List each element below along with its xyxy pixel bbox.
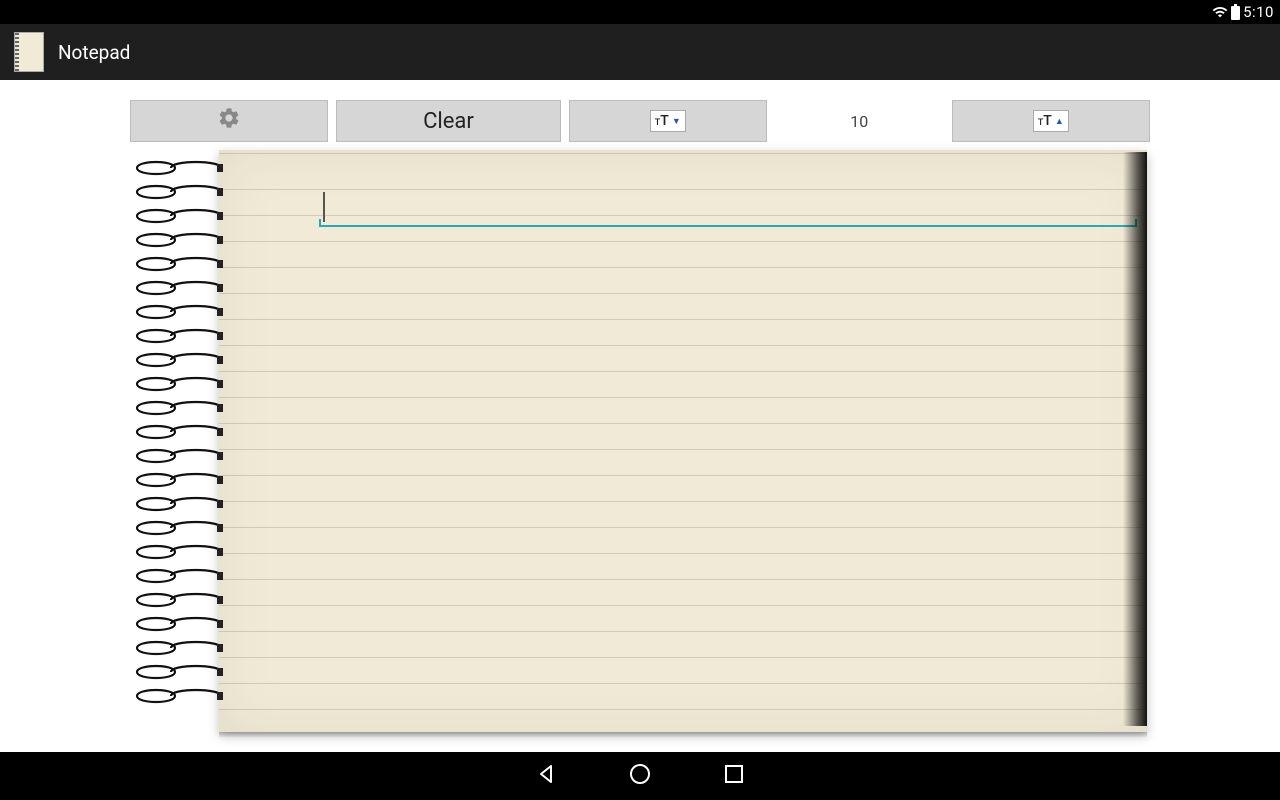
spiral-ring xyxy=(133,542,225,562)
spiral-ring xyxy=(133,470,225,490)
status-bar: 5:10 xyxy=(0,0,1280,24)
spiral-ring xyxy=(133,374,225,394)
gear-icon xyxy=(217,106,241,136)
toolbar: Clear TT ▼ 10 TT ▲ xyxy=(130,100,1150,142)
nav-back-button[interactable] xyxy=(534,762,558,790)
wifi-icon xyxy=(1212,4,1228,20)
spiral-ring xyxy=(133,398,225,418)
spiral-ring xyxy=(133,182,225,202)
clear-button[interactable]: Clear xyxy=(336,100,560,142)
spiral-ring xyxy=(133,350,225,370)
notepad[interactable] xyxy=(133,150,1147,732)
content-area: Clear TT ▼ 10 TT ▲ xyxy=(0,80,1280,752)
battery-icon xyxy=(1231,4,1240,20)
spiral-ring xyxy=(133,446,225,466)
spiral-ring xyxy=(133,158,225,178)
text-input-underline xyxy=(319,225,1137,227)
paper-edge-shadow xyxy=(1123,152,1147,726)
app-bar: Notepad xyxy=(0,24,1280,80)
spiral-ring xyxy=(133,686,225,706)
app-icon xyxy=(14,32,44,72)
spiral-ring xyxy=(133,494,225,514)
spiral-ring xyxy=(133,302,225,322)
spiral-ring xyxy=(133,254,225,274)
status-clock: 5:10 xyxy=(1243,3,1274,21)
spiral-ring xyxy=(133,230,225,250)
nav-home-button[interactable] xyxy=(628,762,652,790)
app-title: Notepad xyxy=(58,41,130,64)
nav-recent-button[interactable] xyxy=(722,762,746,790)
spiral-ring xyxy=(133,614,225,634)
spiral-binding xyxy=(133,158,229,720)
spiral-ring xyxy=(133,662,225,682)
spiral-ring xyxy=(133,206,225,226)
navigation-bar xyxy=(0,752,1280,800)
font-size-decrease-icon: TT ▼ xyxy=(650,110,686,132)
font-size-value: 10 xyxy=(775,100,944,142)
spiral-ring xyxy=(133,278,225,298)
font-size-decrease-button[interactable]: TT ▼ xyxy=(569,100,767,142)
font-size-increase-button[interactable]: TT ▲ xyxy=(952,100,1150,142)
spiral-ring xyxy=(133,518,225,538)
spiral-ring xyxy=(133,590,225,610)
spiral-ring xyxy=(133,326,225,346)
clear-button-label: Clear xyxy=(423,109,474,134)
text-cursor xyxy=(323,192,325,222)
notepad-paper[interactable] xyxy=(219,150,1147,732)
font-size-increase-icon: TT ▲ xyxy=(1033,110,1069,132)
spiral-ring xyxy=(133,566,225,586)
settings-button[interactable] xyxy=(130,100,328,142)
spiral-ring xyxy=(133,422,225,442)
spiral-ring xyxy=(133,638,225,658)
